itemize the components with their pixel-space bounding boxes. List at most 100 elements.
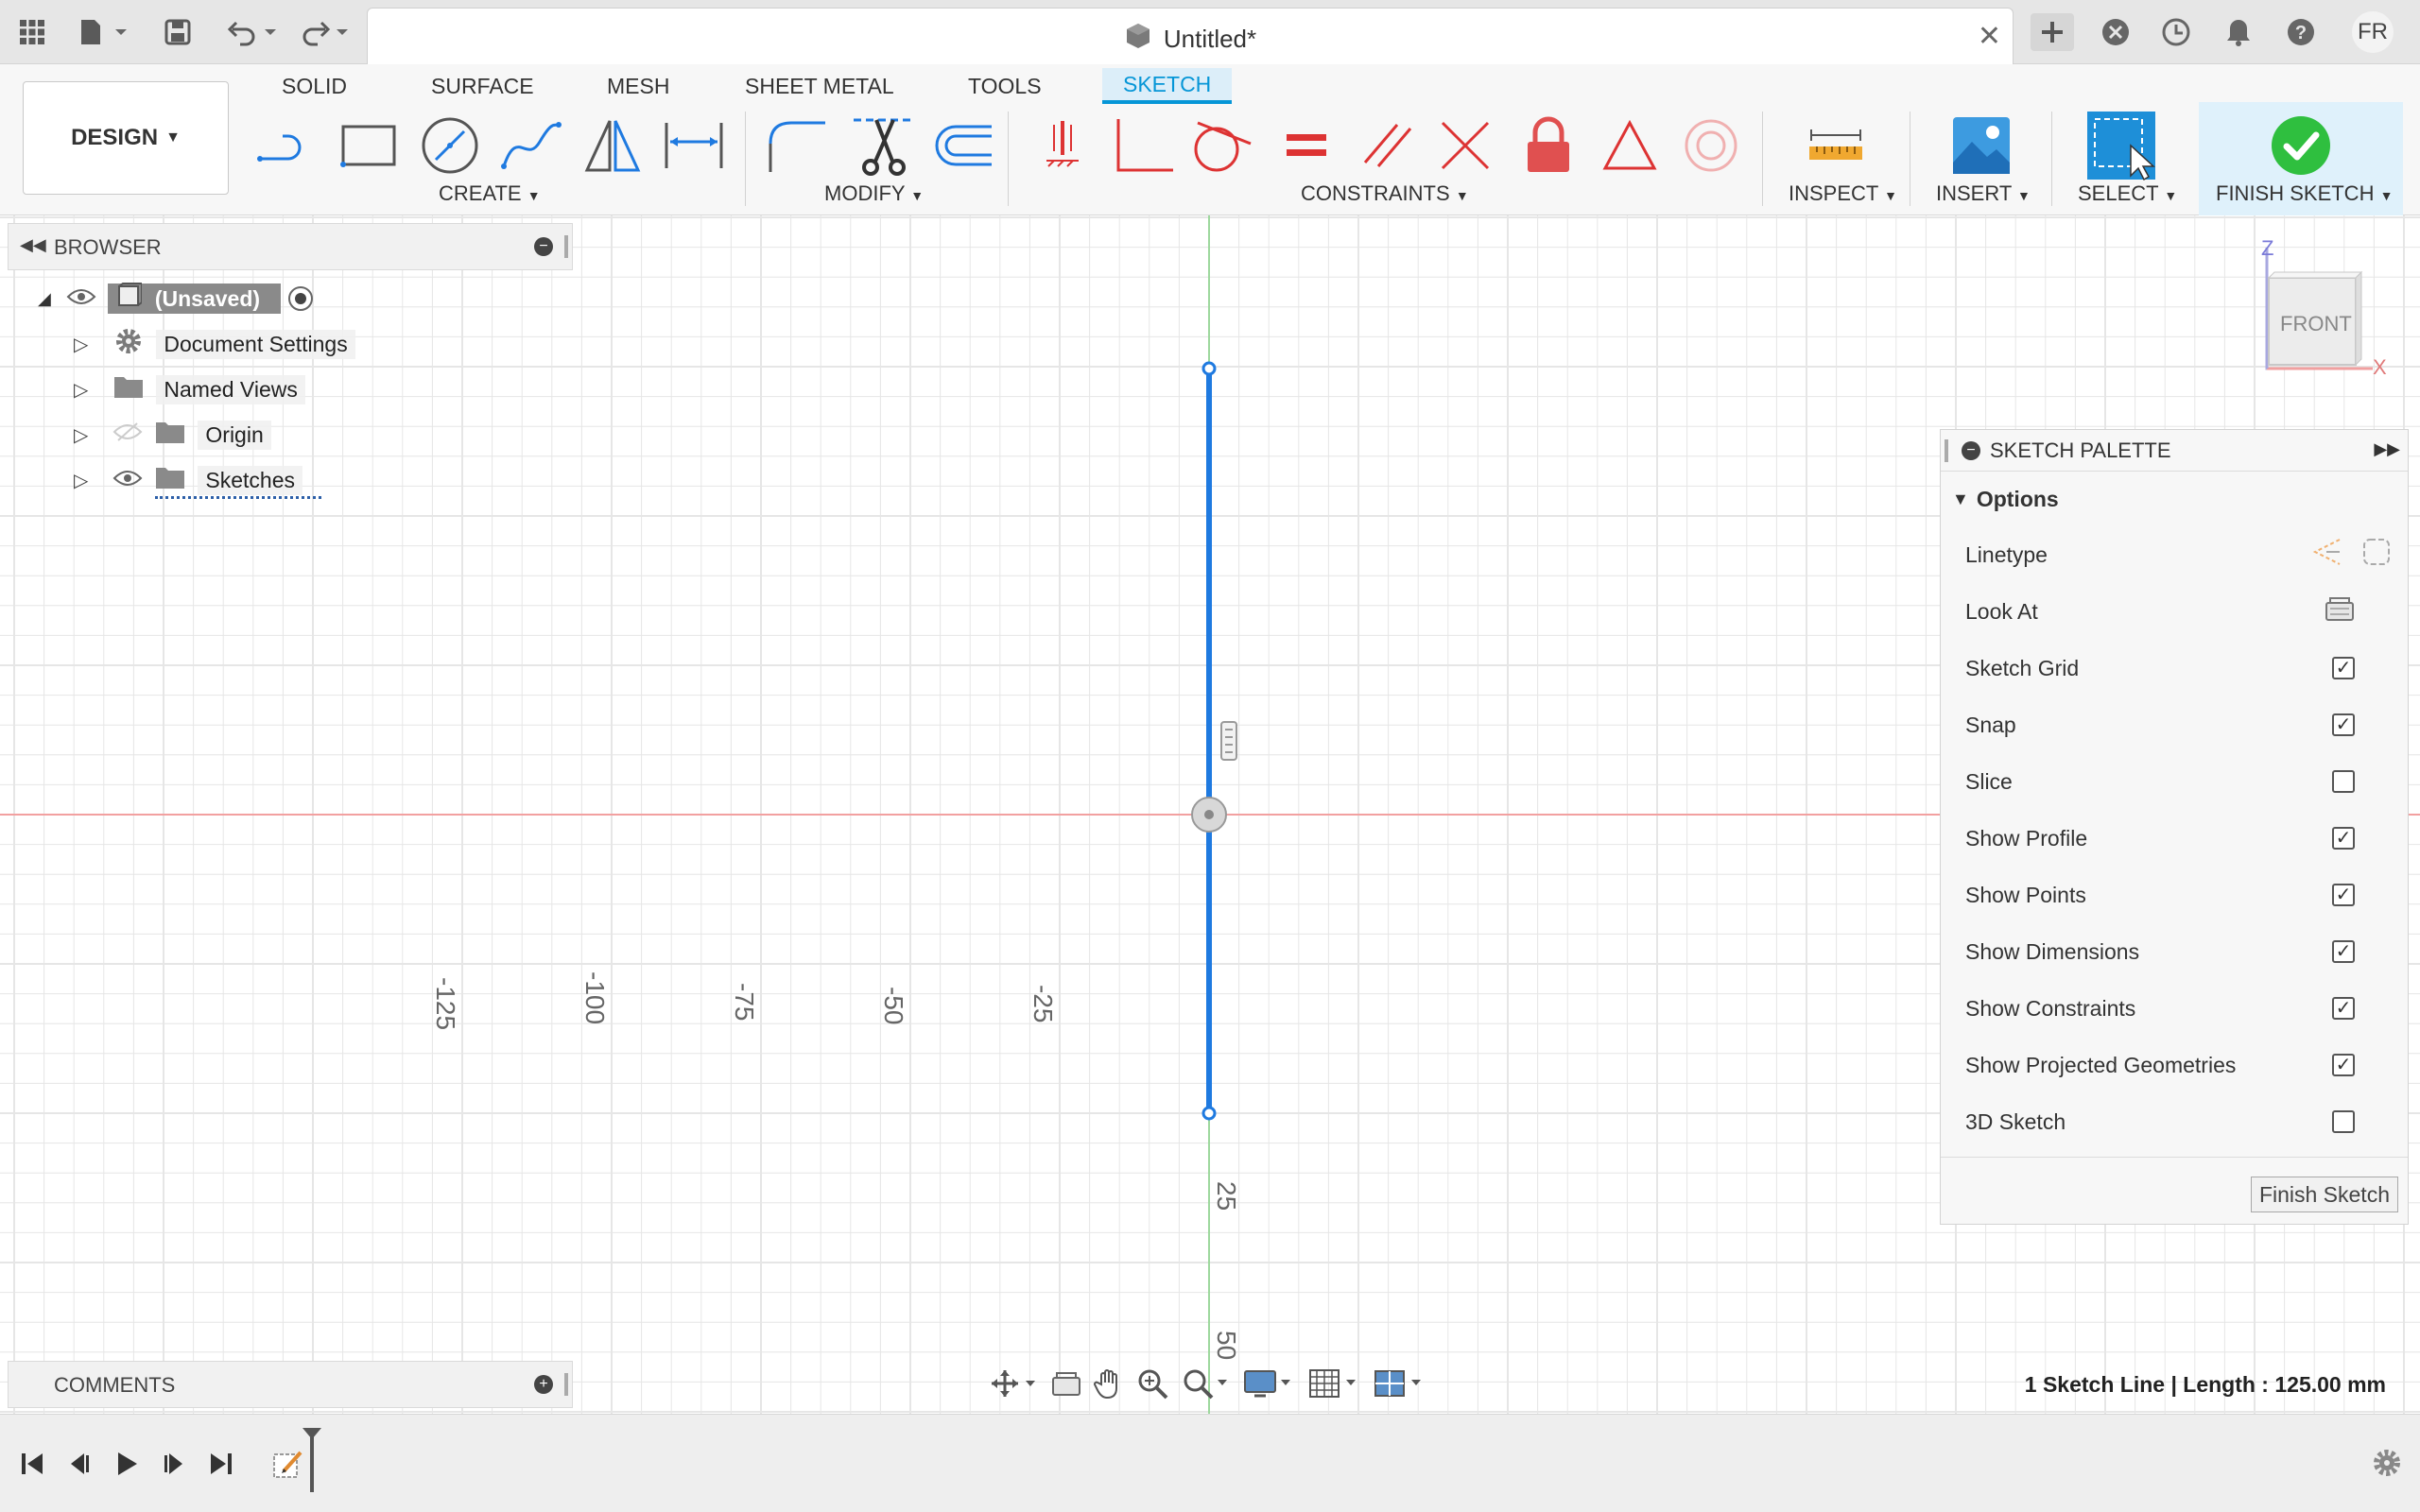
view-cube-face[interactable]: FRONT — [2280, 312, 2352, 336]
user-avatar[interactable]: FR — [2352, 11, 2394, 53]
browser-item-origin[interactable]: ▷ Origin — [74, 416, 271, 454]
equal-constraint-icon[interactable] — [1270, 110, 1342, 181]
panel-grip-icon[interactable] — [1945, 439, 1948, 462]
origin-point-icon[interactable] — [1191, 797, 1227, 833]
tab-sheet-metal[interactable]: SHEET METAL — [724, 68, 915, 104]
root-component[interactable]: (Unsaved) — [107, 283, 282, 314]
triangle-constraint-icon[interactable] — [1594, 110, 1666, 181]
fit-zoom-icon[interactable] — [1182, 1367, 1231, 1404]
notifications-bell-icon[interactable] — [2218, 13, 2259, 51]
viewports-icon[interactable] — [1374, 1367, 1426, 1404]
expand-triangle-icon[interactable]: ▷ — [74, 423, 88, 447]
grid-settings-icon[interactable] — [1308, 1367, 1361, 1404]
collapse-panel-icon[interactable]: ◀◀ — [20, 235, 46, 255]
show-projected-geometries-checkbox[interactable]: ✓ — [2332, 1054, 2355, 1076]
select-box-icon[interactable] — [2085, 110, 2157, 181]
undo-icon[interactable] — [223, 13, 280, 51]
panel-grip-icon[interactable] — [564, 1373, 568, 1396]
view-cube[interactable]: FRONT Z X — [2250, 236, 2387, 379]
browser-item-document-settings[interactable]: ▷ Document Settings — [74, 325, 355, 363]
insert-menu[interactable]: INSERT ▼ — [1936, 181, 2031, 206]
timeline-settings-gear-icon[interactable] — [2371, 1447, 2403, 1484]
activate-radio-icon[interactable] — [288, 286, 314, 311]
redo-icon[interactable] — [295, 13, 352, 51]
extensions-icon[interactable] — [2095, 13, 2136, 51]
panel-grip-icon[interactable] — [564, 235, 568, 258]
eye-icon[interactable] — [66, 286, 96, 312]
mirror-tool-icon[interactable] — [577, 110, 648, 181]
file-menu-icon[interactable] — [76, 13, 132, 51]
tangent-constraint-icon[interactable] — [1185, 110, 1257, 181]
document-tab[interactable]: Untitled* ✕ — [367, 8, 2014, 64]
expand-triangle-icon[interactable]: ▷ — [74, 469, 88, 492]
rectangle-tool-icon[interactable] — [333, 110, 405, 181]
inspect-menu[interactable]: INSPECT ▼ — [1789, 181, 1897, 206]
coincident-constraint-icon[interactable] — [1429, 110, 1501, 181]
tab-sketch[interactable]: SKETCH — [1102, 68, 1233, 104]
spline-tool-icon[interactable] — [495, 110, 567, 181]
offset-tool-icon[interactable] — [926, 110, 998, 181]
construction-linetype-icon[interactable] — [2311, 536, 2343, 574]
snap-checkbox[interactable]: ✓ — [2332, 713, 2355, 736]
eye-hidden-icon[interactable] — [112, 421, 143, 448]
job-status-icon[interactable] — [2155, 13, 2197, 51]
create-menu[interactable]: CREATE ▼ — [439, 181, 541, 206]
line-tool-icon[interactable] — [251, 110, 323, 181]
fix-constraint-icon[interactable] — [1027, 110, 1098, 181]
show-points-checkbox[interactable]: ✓ — [2332, 884, 2355, 906]
concentric-constraint-icon[interactable] — [1675, 110, 1747, 181]
expand-panel-icon[interactable]: ▶▶ — [2374, 439, 2400, 459]
step-back-icon[interactable] — [59, 1443, 100, 1485]
show-profile-checkbox[interactable]: ✓ — [2332, 827, 2355, 850]
measure-ruler-icon[interactable] — [1800, 110, 1872, 181]
modify-menu[interactable]: MODIFY ▼ — [824, 181, 924, 206]
sketch-line-start-point[interactable] — [1201, 361, 1217, 376]
eye-icon[interactable] — [112, 468, 143, 493]
save-icon[interactable] — [159, 13, 197, 51]
browser-root[interactable]: ◢ (Unsaved) — [38, 280, 314, 318]
tab-tools[interactable]: TOOLS — [947, 68, 1063, 104]
timeline-marker-head[interactable] — [302, 1428, 321, 1439]
slice-checkbox[interactable] — [2332, 770, 2355, 793]
select-menu[interactable]: SELECT ▼ — [2078, 181, 2177, 206]
expand-triangle-icon[interactable]: ▷ — [74, 333, 88, 356]
sketch-grid-checkbox[interactable]: ✓ — [2332, 657, 2355, 679]
options-section-header[interactable]: ▼ Options — [1941, 472, 2408, 526]
app-grid-icon[interactable] — [13, 13, 51, 51]
parallel-constraint-icon[interactable] — [1352, 110, 1424, 181]
browser-item-sketches[interactable]: ▷ Sketches — [74, 461, 321, 499]
dimension-tool-icon[interactable] — [658, 110, 730, 181]
finish-sketch-menu[interactable]: FINISH SKETCH ▼ — [2216, 181, 2393, 206]
help-icon[interactable]: ? — [2280, 13, 2322, 51]
3d-sketch-checkbox[interactable] — [2332, 1110, 2355, 1133]
browser-item-named-views[interactable]: ▷ Named Views — [74, 370, 305, 408]
step-forward-icon[interactable] — [153, 1443, 195, 1485]
trim-scissors-icon[interactable] — [847, 110, 919, 181]
sketch-line-end-point[interactable] — [1201, 1106, 1217, 1121]
vertical-constraint-icon[interactable] — [1220, 721, 1237, 761]
tab-mesh[interactable]: MESH — [586, 68, 690, 104]
lock-constraint-icon[interactable] — [1512, 110, 1584, 181]
circle-tool-icon[interactable] — [414, 110, 486, 181]
tab-surface[interactable]: SURFACE — [410, 68, 555, 104]
constraints-menu[interactable]: CONSTRAINTS ▼ — [1301, 181, 1469, 206]
finish-check-icon[interactable] — [2265, 110, 2337, 181]
look-at-icon[interactable] — [1051, 1370, 1081, 1401]
pan-hand-icon[interactable] — [1094, 1367, 1124, 1404]
centerline-linetype-icon[interactable] — [2360, 536, 2393, 574]
perpendicular-constraint-icon[interactable] — [1108, 110, 1180, 181]
close-tab-icon[interactable]: ✕ — [1978, 20, 2001, 53]
sketch-timeline-feature-icon[interactable] — [268, 1443, 310, 1485]
show-constraints-checkbox[interactable]: ✓ — [2332, 997, 2355, 1020]
plus-circle-icon[interactable]: + — [534, 1375, 553, 1394]
timeline-marker[interactable] — [310, 1432, 314, 1492]
expand-triangle-icon[interactable]: ▷ — [74, 378, 88, 402]
skip-to-start-icon[interactable] — [11, 1443, 53, 1485]
zoom-icon[interactable] — [1136, 1367, 1168, 1404]
minus-circle-icon[interactable]: − — [534, 237, 553, 256]
finish-sketch-button[interactable]: Finish Sketch — [2250, 1177, 2398, 1212]
skip-to-end-icon[interactable] — [200, 1443, 242, 1485]
minus-circle-icon[interactable]: − — [1962, 440, 1980, 460]
orbit-move-icon[interactable] — [990, 1368, 1039, 1403]
workspace-switcher[interactable]: DESIGN ▼ — [23, 81, 229, 195]
